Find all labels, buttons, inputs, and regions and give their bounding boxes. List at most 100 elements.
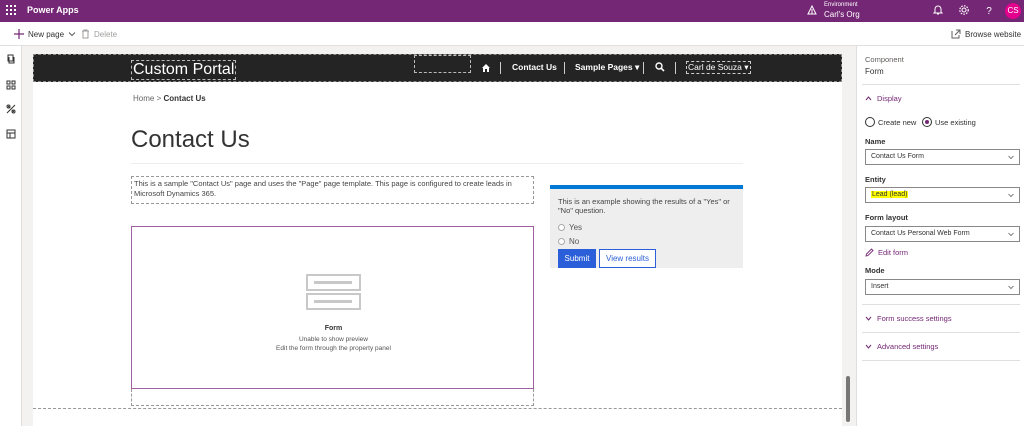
- poll-option-no-label: No: [569, 237, 580, 246]
- view-results-button[interactable]: View results: [599, 249, 656, 268]
- nav-placeholder[interactable]: [414, 55, 471, 73]
- app-launcher-icon[interactable]: [6, 5, 16, 15]
- themes-icon[interactable]: [6, 104, 16, 114]
- entity-label: Entity: [865, 175, 886, 184]
- scrollbar-thumb[interactable]: [846, 376, 850, 422]
- nav-divider: [675, 62, 676, 74]
- breadcrumb-current: Contact Us: [163, 94, 206, 103]
- browse-website-label: Browse website: [965, 29, 1022, 39]
- advanced-settings-toggle[interactable]: Advanced settings: [865, 342, 938, 351]
- entity-dropdown[interactable]: Lead (lead): [865, 187, 1020, 203]
- portal-site-title[interactable]: Custom Portal: [131, 60, 237, 80]
- gear-icon[interactable]: [958, 4, 970, 16]
- app-name[interactable]: Power Apps: [27, 5, 79, 15]
- nav-sample-pages-label: Sample Pages: [575, 62, 633, 72]
- pages-icon[interactable]: [6, 54, 16, 64]
- bell-icon[interactable]: [932, 4, 944, 16]
- page-title[interactable]: Contact Us: [131, 126, 250, 154]
- home-icon[interactable]: [481, 63, 491, 73]
- radio-icon: [558, 224, 565, 231]
- poll-option-yes-label: Yes: [569, 223, 583, 232]
- edit-form-label: Edit form: [878, 248, 909, 257]
- nav-divider: [643, 62, 644, 74]
- chevron-down-icon: [68, 32, 76, 37]
- new-page-label: New page: [28, 29, 65, 39]
- form-placeholder-line1: Unable to show preview: [298, 336, 368, 343]
- display-section-toggle[interactable]: Display: [865, 94, 902, 103]
- environment-name: Carl's Org: [824, 10, 860, 19]
- radio-use-existing[interactable]: Use existing: [922, 117, 976, 127]
- form-placeholder-title: Form: [324, 325, 343, 332]
- name-dropdown[interactable]: Contact Us Form: [865, 149, 1020, 165]
- new-page-button[interactable]: New page: [14, 29, 76, 39]
- advanced-settings-label: Advanced settings: [877, 342, 939, 351]
- svg-text:?: ?: [986, 6, 992, 16]
- mode-dropdown[interactable]: Insert: [865, 279, 1020, 295]
- avatar[interactable]: CS: [1005, 3, 1021, 19]
- breadcrumb: Home > Contact Us: [133, 94, 206, 103]
- form-component[interactable]: Form Unable to show preview Edit the for…: [131, 226, 534, 389]
- environment-label: Environment: [824, 2, 858, 8]
- name-label: Name: [865, 137, 886, 146]
- panel-divider: [862, 84, 1020, 85]
- trash-icon: [82, 29, 89, 39]
- nav-user-name: Carl de Souza: [688, 62, 742, 72]
- panel-divider: [862, 332, 1020, 333]
- pencil-icon: [865, 248, 874, 257]
- left-rail: [0, 46, 22, 426]
- chevron-down-icon: [1008, 285, 1014, 290]
- breadcrumb-home[interactable]: Home: [133, 94, 154, 103]
- poll-option-no[interactable]: No: [558, 237, 579, 246]
- component-name: Form: [865, 67, 884, 76]
- environment-picker[interactable]: Environment Carl's Org: [824, 1, 860, 19]
- templates-icon[interactable]: [6, 129, 16, 139]
- nav-sample-pages[interactable]: Sample Pages ▾: [575, 62, 639, 73]
- submit-button[interactable]: Submit: [558, 249, 596, 268]
- display-section-label: Display: [877, 94, 902, 103]
- radio-icon: [865, 117, 875, 127]
- chevron-up-icon: [865, 96, 872, 101]
- nav-divider: [564, 62, 565, 74]
- form-layout-dropdown[interactable]: Contact Us Personal Web Form: [865, 226, 1020, 242]
- nav-divider: [500, 62, 501, 74]
- radio-use-existing-label: Use existing: [935, 117, 976, 127]
- name-value: Contact Us Form: [871, 153, 924, 160]
- canvas-scrollbar[interactable]: [842, 46, 856, 426]
- poll-option-yes[interactable]: Yes: [558, 223, 582, 232]
- form-layout-value: Contact Us Personal Web Form: [871, 230, 970, 237]
- delete-label: Delete: [94, 29, 118, 39]
- form-success-settings-toggle[interactable]: Form success settings: [865, 314, 952, 323]
- page-description[interactable]: This is a sample "Contact Us" page and u…: [131, 176, 534, 204]
- browse-website-button[interactable]: Browse website: [951, 29, 1021, 39]
- components-icon[interactable]: [6, 80, 16, 90]
- mode-label: Mode: [865, 266, 885, 275]
- plus-icon: [14, 29, 24, 39]
- top-bar: Power Apps Environment Carl's Org ? CS: [0, 0, 1024, 22]
- divider: [131, 163, 743, 164]
- search-icon[interactable]: [655, 62, 665, 72]
- radio-selected-icon: [922, 117, 932, 127]
- edit-form-link[interactable]: Edit form: [865, 248, 908, 257]
- form-placeholder-icon: [306, 274, 361, 310]
- help-icon[interactable]: ?: [983, 4, 995, 16]
- form-placeholder-line2: Edit the form through the property panel: [276, 345, 391, 352]
- panel-divider: [862, 360, 1020, 361]
- radio-create-new-label: Create new: [878, 117, 917, 127]
- poll-question: This is an example showing the results o…: [558, 197, 730, 215]
- mode-value: Insert: [871, 283, 889, 290]
- radio-icon: [558, 238, 565, 245]
- form-layout-label: Form layout: [865, 213, 908, 222]
- radio-create-new[interactable]: Create new: [865, 117, 916, 127]
- nav-user-menu[interactable]: Carl de Souza ▾: [686, 61, 751, 74]
- command-bar: New page Delete Browse website: [0, 22, 1024, 46]
- chevron-down-icon: [1008, 193, 1014, 198]
- form-section-outline: [131, 389, 534, 406]
- panel-divider: [862, 304, 1020, 305]
- nav-contact-us[interactable]: Contact Us: [512, 62, 557, 72]
- chevron-down-icon: [1008, 155, 1014, 160]
- entity-value: Lead (lead): [871, 191, 909, 198]
- chevron-down-icon: [865, 344, 872, 349]
- page-section-outline: [33, 408, 842, 426]
- delete-button[interactable]: Delete: [81, 29, 117, 39]
- environment-icon[interactable]: [806, 4, 818, 16]
